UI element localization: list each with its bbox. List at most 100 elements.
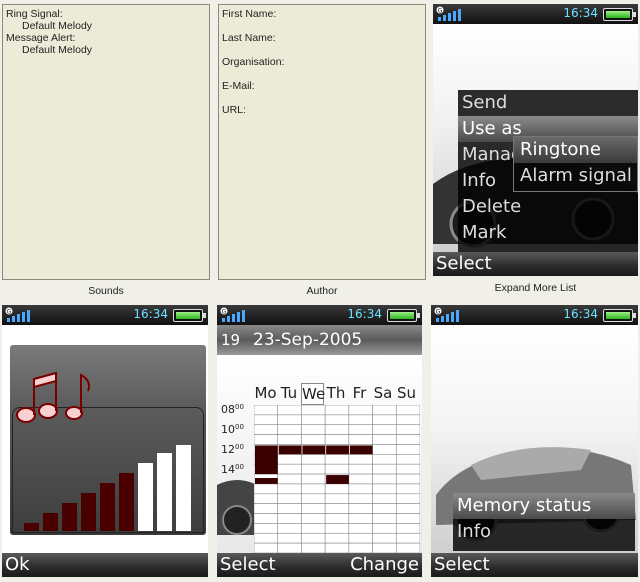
calendar-slot[interactable]	[348, 493, 373, 504]
menu-item[interactable]: Memory status	[453, 493, 635, 519]
calendar-slot[interactable]	[277, 473, 302, 485]
submenu-item[interactable]: Ringtone	[514, 137, 637, 163]
calendar-slot[interactable]	[395, 473, 420, 485]
soft-key-left[interactable]: Select	[220, 553, 276, 577]
calendar-slot[interactable]	[348, 424, 373, 435]
calendar-slot[interactable]	[395, 405, 420, 416]
menu-item[interactable]: Mark	[458, 220, 638, 246]
calendar-slot[interactable]	[348, 463, 373, 475]
calendar-slot[interactable]	[254, 424, 279, 435]
calendar-slot[interactable]	[372, 503, 397, 514]
busy-block[interactable]	[255, 445, 278, 475]
weekday-label[interactable]: Sa	[372, 383, 395, 403]
calendar-slot[interactable]	[348, 532, 373, 544]
calendar-slot[interactable]	[254, 532, 279, 544]
calendar-slot[interactable]	[277, 513, 302, 524]
calendar-slot[interactable]	[277, 493, 302, 504]
calendar-slot[interactable]	[395, 493, 420, 504]
busy-block[interactable]	[302, 445, 326, 455]
calendar-slot[interactable]	[254, 405, 279, 416]
calendar-slot[interactable]	[254, 493, 279, 504]
calendar-slot[interactable]	[395, 503, 420, 514]
calendar-slot[interactable]	[324, 483, 350, 495]
calendar-slot[interactable]	[395, 532, 420, 544]
calendar-slot[interactable]	[277, 542, 302, 553]
calendar-slot[interactable]	[324, 523, 350, 534]
calendar-slot[interactable]	[348, 513, 373, 524]
calendar-slot[interactable]	[395, 483, 420, 495]
calendar-slot[interactable]	[324, 503, 350, 514]
calendar-slot[interactable]	[348, 542, 373, 553]
calendar-slot[interactable]	[372, 532, 397, 544]
calendar-slot[interactable]	[348, 503, 373, 514]
busy-block[interactable]	[278, 445, 302, 455]
calendar-slot[interactable]	[372, 473, 397, 485]
busy-block[interactable]	[349, 445, 373, 455]
calendar-slot[interactable]	[395, 542, 420, 553]
menu-item[interactable]: Send	[458, 90, 638, 116]
calendar-slot[interactable]	[372, 493, 397, 504]
calendar-slot[interactable]	[254, 523, 279, 534]
calendar-slot[interactable]	[395, 424, 420, 435]
menu-item[interactable]: Info	[453, 519, 635, 545]
calendar-slot[interactable]	[301, 513, 326, 524]
busy-block[interactable]	[255, 478, 278, 484]
calendar-slot[interactable]	[324, 513, 350, 524]
calendar-slot[interactable]	[277, 405, 302, 416]
calendar-slot[interactable]	[324, 454, 350, 465]
calendar-slot[interactable]	[254, 434, 279, 445]
calendar-slot[interactable]	[301, 473, 326, 485]
calendar-slot[interactable]	[277, 532, 302, 544]
calendar-slot[interactable]	[324, 532, 350, 544]
soft-key-left[interactable]: Select	[436, 252, 492, 276]
calendar-slot[interactable]	[372, 454, 397, 465]
calendar-slot[interactable]	[348, 523, 373, 534]
calendar-slot[interactable]	[395, 414, 420, 426]
weekday-label[interactable]: Fr	[348, 383, 371, 403]
calendar-slot[interactable]	[324, 414, 350, 426]
calendar-slot[interactable]	[301, 405, 326, 416]
calendar-slot[interactable]	[277, 434, 302, 445]
calendar-slot[interactable]	[395, 513, 420, 524]
weekday-label[interactable]: We	[301, 383, 325, 405]
calendar-slot[interactable]	[348, 434, 373, 445]
calendar-slot[interactable]	[301, 454, 326, 465]
weekday-label[interactable]: Tu	[278, 383, 301, 403]
calendar-slot[interactable]	[395, 523, 420, 534]
calendar-slot[interactable]	[372, 542, 397, 553]
calendar-slot[interactable]	[372, 463, 397, 475]
calendar-slot[interactable]	[301, 424, 326, 435]
calendar-slot[interactable]	[301, 493, 326, 504]
calendar-slot[interactable]	[348, 473, 373, 485]
calendar-slot[interactable]	[254, 483, 279, 495]
calendar-slot[interactable]	[277, 463, 302, 475]
calendar-slot[interactable]	[348, 483, 373, 495]
calendar-slot[interactable]	[254, 513, 279, 524]
calendar-slot[interactable]	[277, 454, 302, 465]
soft-key-right[interactable]: Change	[350, 553, 419, 577]
calendar-slot[interactable]	[348, 405, 373, 416]
calendar-slot[interactable]	[254, 542, 279, 553]
calendar-slot[interactable]	[301, 483, 326, 495]
calendar-slot[interactable]	[372, 523, 397, 534]
calendar-slot[interactable]	[372, 483, 397, 495]
calendar-slot[interactable]	[254, 414, 279, 426]
calendar-slot[interactable]	[324, 434, 350, 445]
calendar-slot[interactable]	[301, 414, 326, 426]
calendar-slot[interactable]	[301, 523, 326, 534]
calendar-slot[interactable]	[372, 513, 397, 524]
calendar-slot[interactable]	[301, 532, 326, 544]
calendar-slot[interactable]	[324, 463, 350, 475]
calendar-slot[interactable]	[324, 424, 350, 435]
calendar-slot[interactable]	[277, 523, 302, 534]
calendar-slot[interactable]	[372, 405, 397, 416]
calendar-slot[interactable]	[324, 493, 350, 504]
weekday-label[interactable]: Su	[395, 383, 418, 403]
calendar-slot[interactable]	[277, 483, 302, 495]
soft-key-left[interactable]: Ok	[5, 553, 30, 577]
calendar-slot[interactable]	[301, 503, 326, 514]
calendar-slot[interactable]	[395, 434, 420, 445]
calendar-slot[interactable]	[372, 444, 397, 455]
menu-item[interactable]: Delete	[458, 194, 638, 220]
calendar-slot[interactable]	[301, 463, 326, 475]
